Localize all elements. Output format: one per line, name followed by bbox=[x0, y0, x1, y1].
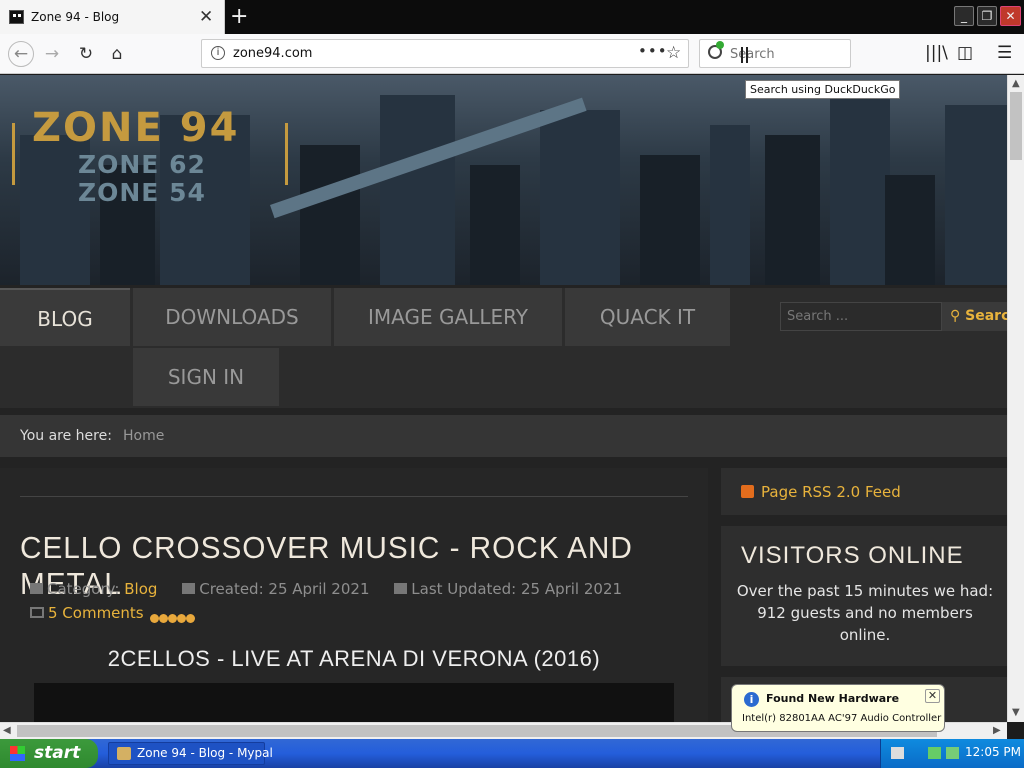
clock[interactable]: 12:05 PM bbox=[965, 745, 1021, 759]
site-search-input[interactable]: Search ... bbox=[780, 302, 942, 331]
calendar-edit-icon bbox=[394, 583, 408, 594]
rating-stars[interactable] bbox=[150, 608, 195, 627]
comment-icon bbox=[30, 607, 44, 618]
library-icon[interactable]: |||\ bbox=[925, 43, 948, 63]
visitors-title: VISITORS ONLINE bbox=[741, 542, 964, 569]
folder-icon bbox=[30, 583, 43, 594]
navigation-toolbar: ← → ↻ ⌂ i zone94.com ••• ☆ |||\ ◫ ☰ bbox=[0, 34, 1024, 74]
site-banner: ZONE 94 ZONE 62 ZONE 54 bbox=[0, 75, 1007, 285]
site-favicon-icon bbox=[9, 10, 24, 24]
sidebar-toggle-icon[interactable]: ◫ bbox=[957, 43, 973, 63]
keyboard-tray-icon[interactable] bbox=[891, 747, 904, 759]
article-meta: Category: Blog Created: 25 April 2021 La… bbox=[30, 580, 642, 598]
notification-close-icon[interactable]: ✕ bbox=[925, 689, 940, 703]
browser-tab[interactable]: Zone 94 - Blog ✕ bbox=[0, 0, 225, 34]
reload-icon[interactable]: ↻ bbox=[74, 43, 98, 65]
updated-date: Last Updated: 25 April 2021 bbox=[411, 580, 623, 598]
rss-module: Page RSS 2.0 Feed bbox=[721, 468, 1007, 515]
nav-sign-in[interactable]: SIGN IN bbox=[133, 348, 279, 406]
rating-star-icon[interactable] bbox=[168, 614, 177, 623]
scroll-right-icon[interactable]: ▶ bbox=[993, 725, 1001, 736]
tab-close-icon[interactable]: ✕ bbox=[199, 7, 213, 27]
vertical-scrollbar[interactable]: ▲ ▼ bbox=[1007, 75, 1024, 722]
start-label: start bbox=[34, 743, 81, 763]
breadcrumb-label: You are here: bbox=[20, 428, 112, 444]
taskbar: start Zone 94 - Blog - Mypal 12:05 PM bbox=[0, 739, 1024, 768]
system-tray: 12:05 PM bbox=[880, 739, 1024, 768]
video-embed[interactable] bbox=[34, 683, 674, 722]
back-arrow-icon[interactable]: ← bbox=[8, 41, 34, 67]
nav-blog[interactable]: BLOG bbox=[0, 288, 130, 346]
article-subheading: 2CELLOS - LIVE AT ARENA DI VERONA (2016) bbox=[107, 646, 601, 671]
site-info-icon[interactable]: i bbox=[211, 46, 225, 60]
taskbar-item-browser[interactable]: Zone 94 - Blog - Mypal bbox=[108, 742, 273, 765]
url-bar[interactable]: i zone94.com ••• ☆ bbox=[201, 39, 689, 68]
scroll-left-icon[interactable]: ◀ bbox=[3, 725, 11, 736]
restore-button[interactable]: ❐ bbox=[977, 6, 997, 26]
hardware-notification[interactable]: i Found New Hardware Intel(r) 82801AA AC… bbox=[731, 684, 945, 732]
scroll-down-icon[interactable]: ▼ bbox=[1012, 707, 1020, 718]
rating-star-icon[interactable] bbox=[159, 614, 168, 623]
nav-downloads[interactable]: DOWNLOADS bbox=[133, 288, 331, 346]
search-icon: ⚲ bbox=[950, 308, 966, 324]
taskbar-item-label: Zone 94 - Blog - Mypal bbox=[137, 746, 273, 760]
text-cursor-icon bbox=[741, 47, 748, 63]
forward-arrow-icon[interactable]: → bbox=[40, 43, 64, 65]
start-button[interactable]: start bbox=[0, 739, 98, 768]
site-logo-sub: ZONE 62 ZONE 54 bbox=[78, 151, 206, 207]
window-close-button[interactable]: ✕ bbox=[1000, 6, 1021, 26]
hardware-tray-icon[interactable] bbox=[946, 747, 959, 759]
rating-star-icon[interactable] bbox=[177, 614, 186, 623]
visitors-module: VISITORS ONLINE Over the past 15 minutes… bbox=[721, 526, 1007, 666]
minimize-button[interactable]: _ bbox=[954, 6, 974, 26]
rss-link[interactable]: Page RSS 2.0 Feed bbox=[761, 483, 901, 501]
menu-hamburger-icon[interactable]: ☰ bbox=[997, 43, 1012, 63]
site-logo-main[interactable]: ZONE 94 bbox=[32, 105, 239, 151]
bookmark-star-icon[interactable]: ☆ bbox=[666, 43, 681, 63]
browser-search-bar[interactable] bbox=[699, 39, 851, 68]
site-search-button[interactable]: ⚲ Search bbox=[942, 302, 1007, 331]
breadcrumb: You are here: Home bbox=[0, 415, 1007, 457]
article-divider bbox=[20, 496, 688, 497]
comments-count[interactable]: 5 Comments bbox=[48, 604, 144, 622]
tab-title: Zone 94 - Blog bbox=[31, 10, 120, 24]
nav-quack-it[interactable]: QUACK IT bbox=[565, 288, 730, 346]
notification-body: Intel(r) 82801AA AC'97 Audio Controller bbox=[742, 713, 942, 724]
category-link[interactable]: Blog bbox=[124, 580, 157, 598]
logo-sub-line-1: ZONE 62 bbox=[78, 150, 206, 179]
category-label: Category: bbox=[47, 580, 120, 598]
comments-link[interactable]: 5 Comments bbox=[30, 604, 144, 622]
vertical-scroll-thumb[interactable] bbox=[1010, 92, 1022, 160]
rating-star-icon[interactable] bbox=[186, 614, 195, 623]
rss-icon bbox=[741, 485, 754, 498]
rating-star-icon[interactable] bbox=[150, 614, 159, 623]
site-search-button-label: Search bbox=[965, 308, 1007, 324]
browser-title-bar: Zone 94 - Blog ✕ + _ ❐ ✕ bbox=[0, 0, 1024, 34]
mypal-icon bbox=[117, 747, 131, 760]
search-engine-icon[interactable] bbox=[708, 41, 724, 59]
web-page: ZONE 94 ZONE 62 ZONE 54 BLOG DOWNLOADS I… bbox=[0, 75, 1007, 722]
home-icon[interactable]: ⌂ bbox=[105, 43, 129, 65]
logo-sub-line-2: ZONE 54 bbox=[78, 178, 206, 207]
new-tab-icon[interactable]: + bbox=[230, 4, 248, 29]
url-text[interactable]: zone94.com bbox=[233, 46, 312, 61]
network-tray-icon[interactable] bbox=[928, 747, 941, 759]
windows-flag-icon bbox=[10, 746, 25, 761]
created-date: Created: 25 April 2021 bbox=[199, 580, 370, 598]
calendar-icon bbox=[182, 583, 196, 594]
notification-title: Found New Hardware bbox=[766, 692, 900, 705]
search-tooltip: Search using DuckDuckGo bbox=[745, 80, 901, 99]
breadcrumb-home-link[interactable]: Home bbox=[123, 428, 164, 444]
nav-image-gallery[interactable]: IMAGE GALLERY bbox=[334, 288, 562, 346]
scroll-up-icon[interactable]: ▲ bbox=[1012, 78, 1020, 89]
visitors-text: Over the past 15 minutes we had: 912 gue… bbox=[736, 582, 994, 644]
info-icon: i bbox=[744, 692, 759, 707]
page-actions-icon[interactable]: ••• bbox=[638, 42, 668, 60]
